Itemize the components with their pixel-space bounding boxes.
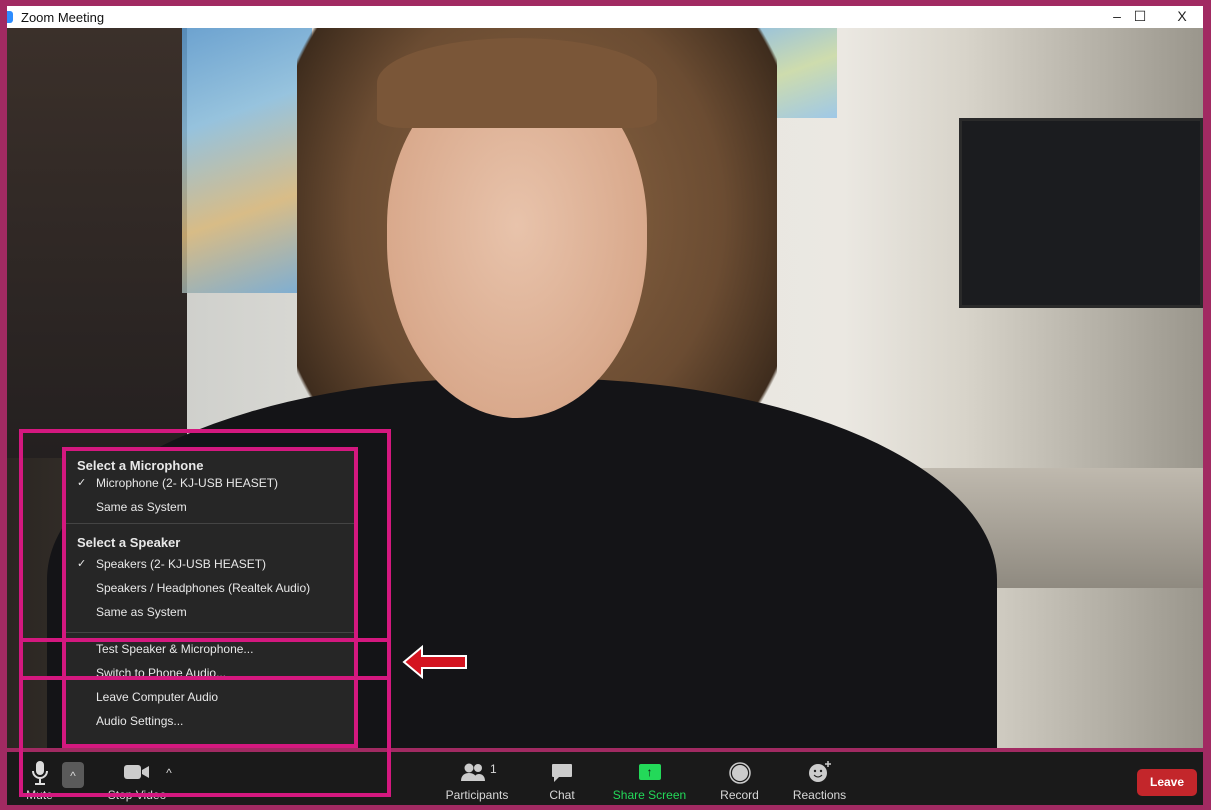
chat-label: Chat [549, 788, 575, 802]
reactions-button[interactable]: Reactions [792, 752, 847, 805]
title-bar: Zoom Meeting – ☐ X [7, 6, 1203, 28]
highlight-box [62, 447, 358, 748]
record-icon [728, 762, 751, 784]
leave-button[interactable]: Leave [1137, 769, 1197, 796]
chat-icon [552, 764, 572, 782]
participants-icon [461, 763, 485, 781]
share-screen-label: Share Screen [612, 788, 687, 802]
reactions-icon [808, 761, 831, 782]
chat-button[interactable]: Chat [542, 752, 582, 805]
red-arrow-icon [402, 645, 467, 679]
participants-label: Participants [445, 788, 509, 802]
participants-button[interactable]: 1 Participants [442, 752, 512, 805]
reactions-label: Reactions [792, 788, 847, 802]
share-screen-button[interactable]: ↑ Share Screen [612, 752, 687, 805]
zoom-logo-icon [7, 11, 13, 23]
record-label: Record [720, 788, 759, 802]
participants-count: 1 [490, 762, 497, 776]
record-button[interactable]: Record [717, 752, 762, 805]
share-arrow-icon: ↑ [638, 764, 661, 780]
maximize-button[interactable]: ☐ [1120, 6, 1160, 28]
window-title: Zoom Meeting [21, 9, 105, 25]
close-button[interactable]: X [1162, 6, 1202, 28]
highlight-box [19, 638, 391, 680]
